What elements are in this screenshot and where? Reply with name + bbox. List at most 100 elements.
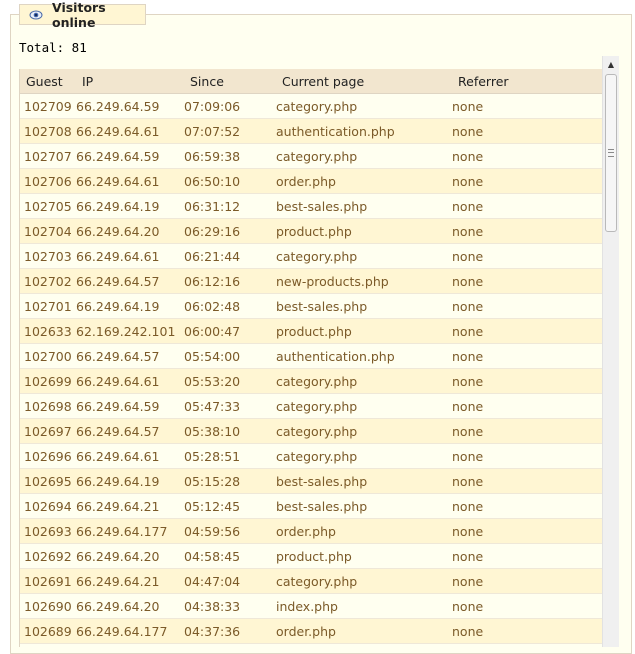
header-ip: IP — [76, 69, 184, 94]
cell-since: 06:50:10 — [184, 168, 276, 194]
cell-guest: 102693 — [20, 518, 76, 544]
cell-referrer: none — [452, 518, 603, 544]
cell-ip: 66.249.64.61 — [76, 443, 184, 469]
scrollbar-thumb[interactable] — [605, 74, 617, 232]
cell-ip: 66.249.64.61 — [76, 118, 184, 144]
cell-guest: 102691 — [20, 568, 76, 594]
cell-current-page: order.php — [276, 618, 452, 644]
cell-since: 06:31:12 — [184, 193, 276, 219]
cell-current-page: category.php — [276, 93, 452, 119]
cell-guest: 102688 — [20, 643, 76, 647]
cell-guest: 102706 — [20, 168, 76, 194]
table-row: 102704 66.249.64.20 06:29:16 product.php non… — [20, 218, 603, 244]
visitors-table-container: Guest IP Since Current page Referrer 102… — [19, 69, 603, 647]
cell-current-page: best-sales.php — [276, 493, 452, 519]
cell-current-page: category.php — [276, 443, 452, 469]
cell-referrer: none — [452, 643, 603, 647]
table-row: 102706 66.249.64.61 06:50:10 order.php none — [20, 168, 603, 194]
cell-guest: 102692 — [20, 543, 76, 569]
cell-ip: 66.249.64.21 — [76, 568, 184, 594]
cell-since: 05:28:51 — [184, 443, 276, 469]
cell-current-page: category.php — [276, 368, 452, 394]
cell-since: 05:54:00 — [184, 343, 276, 369]
cell-ip: 62.169.242.101 — [76, 318, 184, 344]
table-row: 102696 66.249.64.61 05:28:51 category.php no… — [20, 443, 603, 469]
cell-ip: 66.249.64.21 — [76, 493, 184, 519]
cell-current-page: order.php — [276, 168, 452, 194]
cell-guest: 102702 — [20, 268, 76, 294]
table-row: 102699 66.249.64.61 05:53:20 category.php no… — [20, 368, 603, 394]
cell-referrer: none — [452, 568, 603, 594]
cell-guest: 102694 — [20, 493, 76, 519]
table-row: 102695 66.249.64.19 05:15:28 best-sales.php… — [20, 468, 603, 494]
cell-ip: 66.249.64.20 — [76, 218, 184, 244]
table-row: 102690 66.249.64.20 04:38:33 index.php none — [20, 593, 603, 619]
cell-current-page: best-sales.php — [276, 193, 452, 219]
cell-current-page: product.php — [276, 543, 452, 569]
visitors-table: Guest IP Since Current page Referrer 102… — [20, 69, 603, 647]
table-row: 102698 66.249.64.59 05:47:33 category.php no… — [20, 393, 603, 419]
cell-current-page: index.php — [276, 593, 452, 619]
cell-guest: 102689 — [20, 618, 76, 644]
cell-referrer: none — [452, 243, 603, 269]
table-header-row: Guest IP Since Current page Referrer — [20, 69, 603, 94]
cell-since: 06:59:38 — [184, 143, 276, 169]
cell-ip: 66.249.64.57 — [76, 343, 184, 369]
cell-ip: 66.249.64.59 — [76, 93, 184, 119]
cell-referrer: none — [452, 418, 603, 444]
cell-guest: 102708 — [20, 118, 76, 144]
cell-referrer: none — [452, 468, 603, 494]
cell-guest: 102709 — [20, 93, 76, 119]
table-row: 102694 66.249.64.21 05:12:45 best-sales.php… — [20, 493, 603, 519]
cell-referrer: none — [452, 368, 603, 394]
cell-ip: 66.249.64.59 — [76, 393, 184, 419]
vertical-scrollbar[interactable]: ▲ — [602, 56, 619, 647]
cell-since: 05:12:45 — [184, 493, 276, 519]
cell-since: 04:36:17 — [184, 643, 276, 647]
cell-referrer: none — [452, 618, 603, 644]
cell-ip: 66.249.64.61 — [76, 368, 184, 394]
cell-guest: 102707 — [20, 143, 76, 169]
panel-title: Visitors online — [52, 0, 106, 30]
cell-referrer: none — [452, 293, 603, 319]
table-row: 102707 66.249.64.59 06:59:38 category.php no… — [20, 143, 603, 169]
cell-guest: 102704 — [20, 218, 76, 244]
cell-guest: 102690 — [20, 593, 76, 619]
cell-since: 05:38:10 — [184, 418, 276, 444]
cell-guest: 102696 — [20, 443, 76, 469]
cell-referrer: none — [452, 443, 603, 469]
cell-referrer: none — [452, 593, 603, 619]
cell-ip: 66.249.64.20 — [76, 543, 184, 569]
grip-icon — [608, 149, 614, 157]
cell-guest: 102700 — [20, 343, 76, 369]
cell-guest: 102698 — [20, 393, 76, 419]
table-row: 102700 66.249.64.57 05:54:00 authentication… — [20, 343, 603, 369]
table-row: 102633 62.169.242.101 06:00:47 product.php n… — [20, 318, 603, 344]
cell-current-page: category.php — [276, 418, 452, 444]
cell-referrer: none — [452, 168, 603, 194]
cell-since: 06:21:44 — [184, 243, 276, 269]
cell-referrer: none — [452, 343, 603, 369]
panel-legend: Visitors online — [19, 0, 146, 30]
table-row: 102689 66.249.64.177 04:37:36 order.php none — [20, 618, 603, 644]
scroll-up-arrow-icon[interactable]: ▲ — [603, 56, 619, 73]
cell-referrer: none — [452, 193, 603, 219]
cell-referrer: none — [452, 493, 603, 519]
table-row: 102701 66.249.64.19 06:02:48 best-sales.php… — [20, 293, 603, 319]
cell-ip: 66.249.64.19 — [76, 468, 184, 494]
cell-since: 04:58:45 — [184, 543, 276, 569]
table-row: 102692 66.249.64.20 04:58:45 product.php non… — [20, 543, 603, 569]
table-row: 102709 66.249.64.59 07:09:06 category.php no… — [20, 93, 603, 119]
cell-since: 06:00:47 — [184, 318, 276, 344]
cell-current-page: best-sales.php — [276, 468, 452, 494]
cell-ip: 66.249.64.177 — [76, 618, 184, 644]
cell-current-page: new-products.php — [276, 268, 452, 294]
cell-since: 05:47:33 — [184, 393, 276, 419]
header-current-page: Current page — [276, 69, 452, 94]
table-row: 102691 66.249.64.21 04:47:04 category.php no… — [20, 568, 603, 594]
cell-since: 06:02:48 — [184, 293, 276, 319]
eye-icon — [29, 9, 43, 21]
cell-since: 07:09:06 — [184, 93, 276, 119]
cell-referrer: none — [452, 393, 603, 419]
header-referrer: Referrer — [452, 69, 603, 94]
